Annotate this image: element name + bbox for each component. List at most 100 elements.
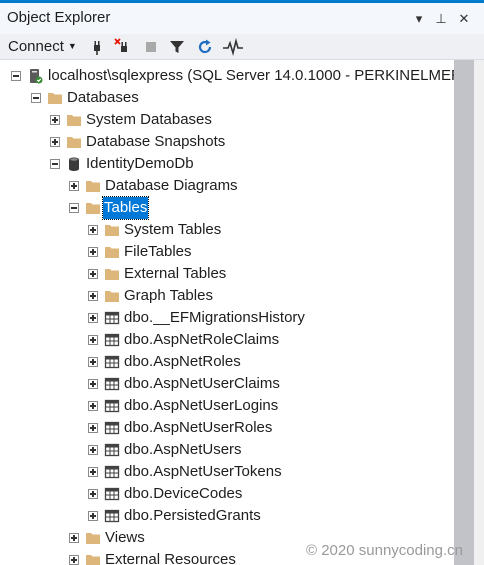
tree-node-table-folder[interactable]: Graph Tables	[0, 285, 454, 307]
table-label: dbo.__EFMigrationsHistory	[124, 309, 305, 326]
folder-icon	[86, 181, 100, 192]
databases-label: Databases	[67, 89, 139, 106]
table-label: dbo.AspNetUsers	[124, 441, 242, 458]
table-icon	[104, 443, 120, 457]
views-label: Views	[105, 529, 145, 546]
table-label: dbo.AspNetUserTokens	[124, 463, 282, 480]
folder-icon	[67, 115, 81, 126]
tree-node-system-databases[interactable]: System Databases	[0, 109, 454, 131]
table-icon	[104, 465, 120, 479]
database-diagrams-label: Database Diagrams	[105, 177, 238, 194]
refresh-icon[interactable]	[196, 38, 214, 56]
tables-label: Tables	[101, 196, 150, 220]
external-resources-label: External Resources	[105, 551, 236, 565]
collapse-toggle[interactable]	[50, 159, 60, 169]
expand-toggle[interactable]	[69, 181, 79, 191]
tree-node-table[interactable]: dbo.__EFMigrationsHistory	[0, 307, 454, 329]
activity-monitor-icon[interactable]	[222, 38, 244, 56]
table-label: dbo.AspNetUserClaims	[124, 375, 280, 392]
panel-title: Object Explorer	[7, 9, 111, 26]
expand-toggle[interactable]	[50, 115, 60, 125]
connect-label: Connect	[8, 38, 64, 55]
table-icon	[104, 377, 120, 391]
expand-toggle[interactable]	[88, 467, 98, 477]
collapse-toggle[interactable]	[11, 71, 21, 81]
database-snapshots-label: Database Snapshots	[86, 133, 226, 150]
tree-node-table[interactable]: dbo.AspNetRoles	[0, 351, 454, 373]
table-label: dbo.AspNetRoleClaims	[124, 331, 280, 348]
folder-icon	[105, 269, 119, 280]
tree-node-table[interactable]: dbo.AspNetRoleClaims	[0, 329, 454, 351]
disconnect-plug-icon[interactable]	[114, 38, 132, 56]
folder-icon	[105, 247, 119, 258]
expand-toggle[interactable]	[88, 489, 98, 499]
connect-button[interactable]: Connect ▼	[8, 38, 77, 55]
tree-node-table[interactable]: dbo.AspNetUserLogins	[0, 395, 454, 417]
expand-toggle[interactable]	[88, 335, 98, 345]
object-explorer-tree: localhost\sqlexpress (SQL Server 14.0.10…	[0, 60, 454, 565]
table-label: dbo.AspNetUserRoles	[124, 419, 273, 436]
folder-icon	[48, 93, 62, 104]
tree-node-tables[interactable]: Tables	[0, 196, 454, 220]
tree-node-database-snapshots[interactable]: Database Snapshots	[0, 131, 454, 153]
folder-icon	[86, 555, 100, 565]
expand-toggle[interactable]	[88, 225, 98, 235]
filter-icon[interactable]	[168, 38, 186, 56]
table-icon	[104, 355, 120, 369]
expand-toggle[interactable]	[50, 137, 60, 147]
table-icon	[104, 487, 120, 501]
tree-node-table-folder[interactable]: External Tables	[0, 263, 454, 285]
folder-label: FileTables	[124, 243, 192, 260]
tree-node-table[interactable]: dbo.AspNetUserClaims	[0, 373, 454, 395]
table-icon	[104, 509, 120, 523]
table-label: dbo.DeviceCodes	[124, 485, 243, 502]
expand-toggle[interactable]	[88, 313, 98, 323]
close-icon[interactable]: ✕	[455, 10, 473, 28]
tree-node-table[interactable]: dbo.AspNetUserTokens	[0, 461, 454, 483]
tree-node-server[interactable]: localhost\sqlexpress (SQL Server 14.0.10…	[0, 65, 454, 87]
table-icon	[104, 311, 120, 325]
folder-icon	[105, 225, 119, 236]
expand-toggle[interactable]	[88, 445, 98, 455]
expand-toggle[interactable]	[88, 269, 98, 279]
tree-node-table[interactable]: dbo.DeviceCodes	[0, 483, 454, 505]
table-icon	[104, 421, 120, 435]
server-icon	[30, 69, 43, 84]
folder-label: System Tables	[124, 221, 222, 238]
connect-plug-icon[interactable]	[88, 38, 106, 56]
tree-node-table-folder[interactable]: FileTables	[0, 241, 454, 263]
vertical-scrollbar-thumb[interactable]	[454, 60, 474, 565]
expand-toggle[interactable]	[88, 401, 98, 411]
expand-toggle[interactable]	[69, 555, 79, 565]
folder-label: External Tables	[124, 265, 227, 282]
object-explorer-toolbar: Connect ▼	[0, 34, 484, 60]
table-icon	[104, 399, 120, 413]
collapse-toggle[interactable]	[31, 93, 41, 103]
watermark-text: © 2020 sunnycoding.cn	[306, 542, 463, 559]
expand-toggle[interactable]	[88, 357, 98, 367]
tree-node-table[interactable]: dbo.PersistedGrants	[0, 505, 454, 527]
tree-node-table[interactable]: dbo.AspNetUsers	[0, 439, 454, 461]
tree-node-table-folder[interactable]: System Tables	[0, 219, 454, 241]
pin-icon[interactable]: ⊥	[432, 10, 450, 28]
expand-toggle[interactable]	[88, 379, 98, 389]
expand-toggle[interactable]	[69, 533, 79, 543]
expand-toggle[interactable]	[88, 423, 98, 433]
title-tab: Object Explorer ▾ ⊥ ✕	[0, 0, 484, 34]
folder-icon	[105, 291, 119, 302]
table-label: dbo.AspNetRoles	[124, 353, 241, 370]
tree-node-identitydemodb[interactable]: IdentityDemoDb	[0, 153, 454, 175]
tree-node-databases[interactable]: Databases	[0, 87, 454, 109]
tree-node-database-diagrams[interactable]: Database Diagrams	[0, 175, 454, 197]
expand-toggle[interactable]	[88, 291, 98, 301]
tree-node-table[interactable]: dbo.AspNetUserRoles	[0, 417, 454, 439]
window-dropdown-icon[interactable]: ▾	[410, 10, 428, 28]
table-label: dbo.AspNetUserLogins	[124, 397, 279, 414]
expand-toggle[interactable]	[88, 247, 98, 257]
collapse-toggle[interactable]	[69, 203, 79, 213]
table-label: dbo.PersistedGrants	[124, 507, 261, 524]
chevron-down-icon: ▼	[67, 41, 77, 51]
expand-toggle[interactable]	[88, 511, 98, 521]
object-explorer-titlebar: Object Explorer ▾ ⊥ ✕	[0, 0, 484, 34]
stop-icon[interactable]	[142, 38, 160, 56]
